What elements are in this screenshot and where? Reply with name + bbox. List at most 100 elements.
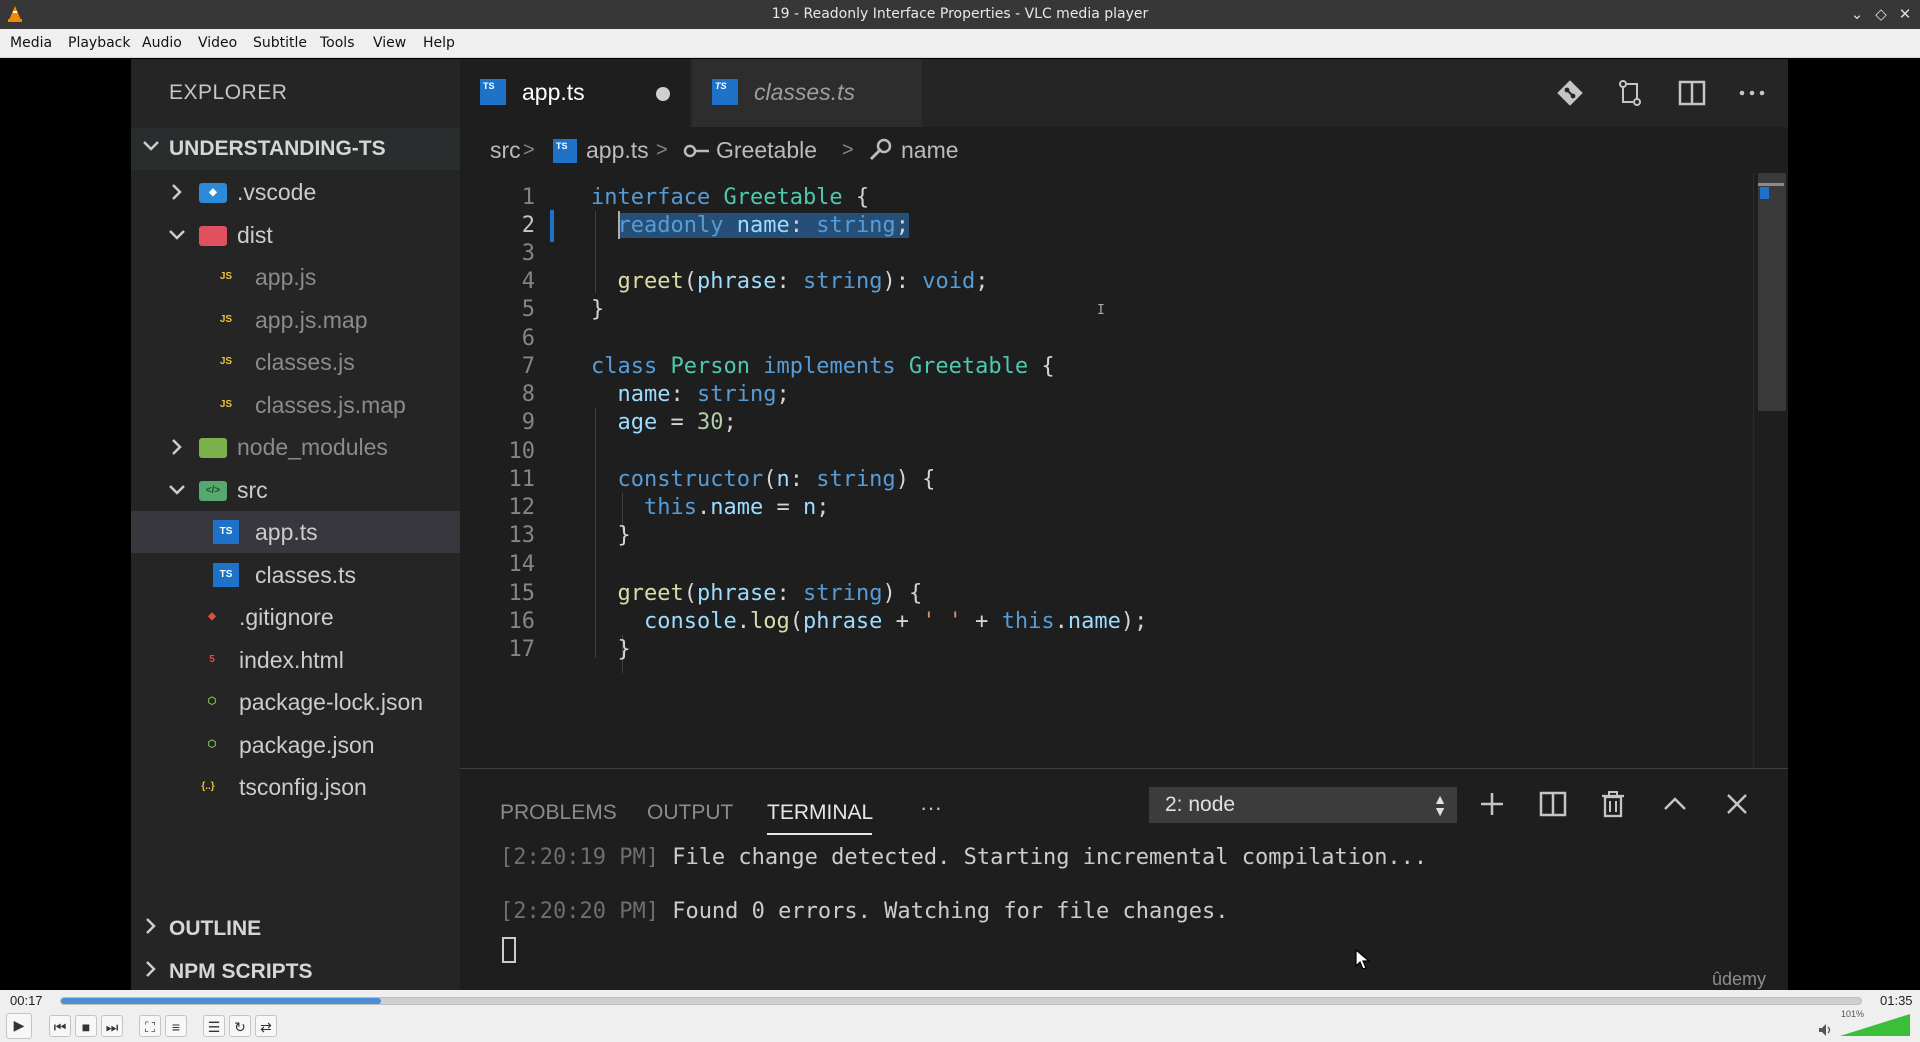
editor-scrollbar[interactable] — [1753, 173, 1788, 768]
fullscreen-icon[interactable]: ⛶ — [139, 1015, 161, 1037]
tree-item-dist[interactable]: dist — [131, 214, 460, 256]
tree-item-classes-js[interactable]: JS classes.js — [131, 341, 460, 383]
json-file-icon: {..} — [201, 781, 215, 792]
line-number: 7 — [521, 354, 535, 379]
new-terminal-icon[interactable] — [1477, 789, 1507, 819]
vscode-folder-icon: ◆ — [199, 183, 227, 203]
total-time: 01:35 — [1880, 993, 1913, 1008]
split-editor-icon[interactable] — [1676, 77, 1708, 109]
chevron-right-icon[interactable] — [167, 437, 187, 457]
menu-playback[interactable]: Playback — [68, 35, 130, 51]
close-panel-icon[interactable] — [1722, 789, 1752, 819]
tab-problems[interactable]: PROBLEMS — [500, 801, 617, 825]
stop-icon[interactable]: ■ — [75, 1015, 97, 1037]
menu-audio[interactable]: Audio — [142, 35, 182, 51]
extended-settings-icon[interactable]: ≡ — [165, 1015, 187, 1037]
tree-item-package-lock-json[interactable]: ⬡ package-lock.json — [131, 681, 460, 723]
npm-file-icon: ⬡ — [207, 696, 217, 707]
tab-output[interactable]: OUTPUT — [647, 801, 733, 825]
breadcrumb-interface[interactable]: Greetable — [716, 137, 817, 164]
code-line: greet(phrase: string) { — [617, 581, 923, 606]
line-number: 6 — [521, 326, 535, 351]
modified-line-indicator — [550, 210, 554, 242]
breadcrumb-file[interactable]: app.ts — [586, 137, 649, 164]
tree-item-classes-js-map[interactable]: JS classes.js.map — [131, 384, 460, 426]
loop-icon[interactable]: ↻ — [229, 1015, 251, 1037]
terminal-line: [2:20:20 PM] Found 0 errors. Watching fo… — [500, 899, 1229, 924]
menu-help[interactable]: Help — [423, 35, 455, 51]
code-line: readonly name: string; — [617, 213, 909, 238]
seek-bar[interactable] — [60, 997, 1862, 1005]
panel-more-icon[interactable]: ··· — [920, 795, 942, 821]
code-line: age = 30; — [617, 410, 737, 435]
video-area[interactable]: EXPLORER UNDERSTANDING-TS ◆ .vscode dist JS… — [0, 59, 1920, 990]
chevron-right-icon: > — [523, 139, 535, 161]
code-line: greet(phrase: string): void; — [617, 269, 989, 294]
breadcrumb-property[interactable]: name — [901, 137, 959, 164]
line-number: 9 — [521, 410, 535, 435]
menu-view[interactable]: View — [373, 35, 406, 51]
interface-symbol-icon — [683, 144, 709, 158]
next-icon[interactable]: ⏭ — [101, 1015, 123, 1037]
open-changes-icon[interactable] — [1614, 77, 1646, 109]
play-button[interactable]: ▶ — [6, 1013, 32, 1039]
mouse-pointer-icon — [1355, 949, 1371, 970]
menu-tools[interactable]: Tools — [320, 35, 355, 51]
scrollbar-thumb[interactable] — [1758, 173, 1786, 411]
chevron-right-icon[interactable] — [167, 182, 187, 202]
tree-item-app-js-map[interactable]: JS app.js.map — [131, 299, 460, 341]
more-actions-icon[interactable] — [1736, 77, 1768, 109]
wrench-property-icon — [869, 138, 892, 161]
unsaved-dot-icon[interactable] — [656, 87, 670, 101]
split-terminal-icon[interactable] — [1538, 789, 1568, 819]
menu-subtitle[interactable]: Subtitle — [253, 35, 307, 51]
terminal-select-value: 2: node — [1165, 793, 1236, 816]
udemy-watermark: ûdemy — [1711, 969, 1766, 989]
line-number: 10 — [508, 439, 536, 464]
explorer-sidebar: EXPLORER UNDERSTANDING-TS ◆ .vscode dist JS… — [131, 59, 460, 990]
tree-item-vscode[interactable]: ◆ .vscode — [131, 171, 460, 213]
tab-terminal[interactable]: TERMINAL — [767, 801, 873, 825]
maximize-panel-icon[interactable] — [1660, 789, 1690, 819]
tree-item-classes-ts[interactable]: TS classes.ts — [131, 554, 460, 596]
js-file-icon: JS — [219, 271, 233, 282]
code-line: console.log(phrase + ' ' + this.name); — [643, 609, 1148, 634]
tree-item-index-html[interactable]: 5 index.html — [131, 639, 460, 681]
trash-icon[interactable] — [1598, 789, 1628, 819]
menu-video[interactable]: Video — [198, 35, 237, 51]
playlist-icon[interactable]: ☰ — [203, 1015, 225, 1037]
shuffle-icon[interactable]: ⇄ — [255, 1015, 277, 1037]
close-window-icon[interactable]: ✕ — [1895, 4, 1915, 24]
code-line: } — [591, 297, 605, 322]
tree-item-app-js[interactable]: JS app.js — [131, 256, 460, 298]
tab-app-ts[interactable]: TS app.ts — [460, 59, 690, 127]
tree-item-label: classes.js.map — [255, 391, 406, 418]
breadcrumb-src[interactable]: src — [490, 137, 521, 164]
chevron-down-icon[interactable] — [167, 480, 187, 500]
tree-item-gitignore[interactable]: ◆ .gitignore — [131, 596, 460, 638]
tree-item-package-json[interactable]: ⬡ package.json — [131, 724, 460, 766]
tree-item-tsconfig-json[interactable]: {..} tsconfig.json — [131, 766, 460, 808]
speaker-icon[interactable] — [1818, 1023, 1834, 1037]
maximize-icon[interactable]: ◇ — [1871, 4, 1891, 24]
tree-item-src[interactable]: </> src — [131, 469, 460, 511]
tab-classes-ts[interactable]: TS classes.ts — [692, 59, 922, 127]
tree-item-label: tsconfig.json — [239, 774, 367, 800]
tree-item-label: src — [237, 476, 268, 503]
line-number: 2 — [521, 213, 535, 238]
tree-item-app-ts[interactable]: TS app.ts — [131, 511, 460, 553]
project-name: UNDERSTANDING-TS — [169, 137, 386, 160]
terminal-select[interactable]: 2: node ▲ ▼ — [1149, 787, 1457, 823]
menu-media[interactable]: Media — [10, 35, 52, 51]
i-beam-cursor-icon: I — [1097, 303, 1105, 318]
minimize-icon[interactable]: ⌄ — [1847, 4, 1867, 24]
project-header: UNDERSTANDING-TS — [131, 128, 460, 170]
tree-item-node-modules[interactable]: node_modules — [131, 426, 460, 468]
volume-slider[interactable] — [1840, 1014, 1910, 1036]
line-number: 14 — [508, 552, 536, 577]
code-area[interactable]: 1 2 3 4 5 6 7 8 9 10 11 12 13 14 15 16 17 interface Gree… — [460, 173, 1750, 768]
previous-icon[interactable]: ⏮ — [49, 1015, 71, 1037]
git-compare-icon[interactable] — [1554, 77, 1586, 109]
chevron-down-icon[interactable] — [167, 225, 187, 245]
window-title: 19 - Readonly Interface Properties - VLC… — [771, 6, 1149, 22]
